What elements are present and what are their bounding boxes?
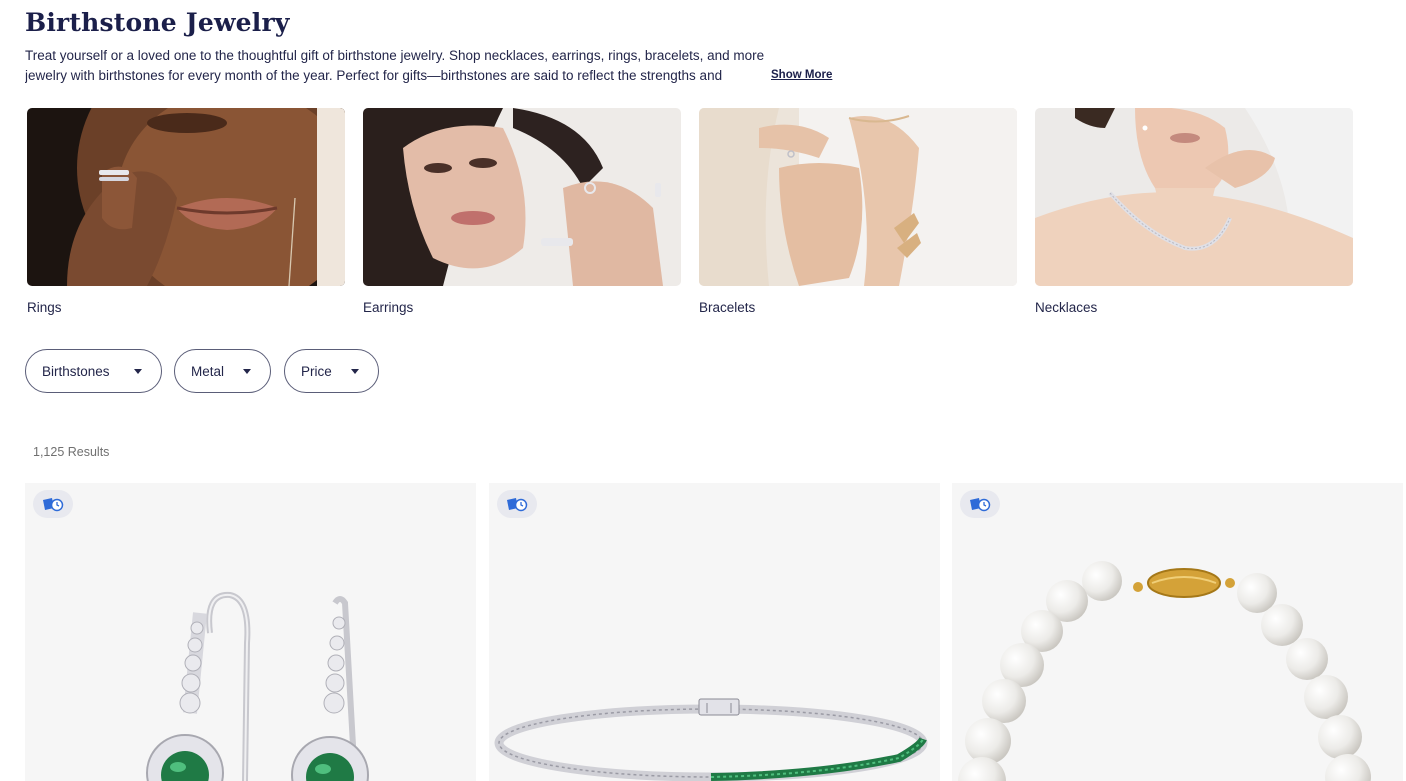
product-image[interactable] xyxy=(489,483,940,781)
category-tile-earrings[interactable]: Earrings xyxy=(363,108,681,315)
product-card-pearl-bracelet[interactable] xyxy=(952,483,1403,781)
fast-shipping-icon xyxy=(970,498,991,512)
product-image[interactable] xyxy=(952,483,1403,781)
category-tile-rings[interactable]: Rings xyxy=(27,108,345,315)
category-label-earrings[interactable]: Earrings xyxy=(363,300,413,315)
description-line-1: Treat yourself or a loved one to the tho… xyxy=(25,48,765,63)
fast-shipping-icon xyxy=(43,498,64,512)
filter-metal-button[interactable]: Metal xyxy=(174,349,271,393)
caret-down-icon xyxy=(243,369,251,374)
fast-shipping-icon xyxy=(507,498,528,512)
category-tile-bracelets[interactable]: Bracelets xyxy=(699,108,1017,315)
filter-label: Birthstones xyxy=(42,363,110,379)
bracelets-photo[interactable] xyxy=(699,108,1017,286)
necklaces-photo[interactable] xyxy=(1035,108,1353,286)
category-label-bracelets[interactable]: Bracelets xyxy=(699,300,755,315)
filter-label: Metal xyxy=(191,363,225,379)
category-label-rings[interactable]: Rings xyxy=(27,300,62,315)
ship-badge xyxy=(497,490,537,518)
filter-price-button[interactable]: Price xyxy=(284,349,379,393)
caret-down-icon xyxy=(134,369,142,374)
show-more-link[interactable]: Show More xyxy=(771,69,832,81)
category-tile-necklaces[interactable]: Necklaces xyxy=(1035,108,1353,315)
filter-birthstones-button[interactable]: Birthstones xyxy=(25,349,162,393)
description-line-2: jewelry with birthstones for every month… xyxy=(25,66,770,86)
product-card-tennis-bracelet[interactable] xyxy=(489,483,940,781)
ship-badge xyxy=(33,490,73,518)
results-count: 1,125 Results xyxy=(33,445,110,459)
caret-down-icon xyxy=(351,369,359,374)
product-image[interactable] xyxy=(25,483,476,781)
page-description: Treat yourself or a loved one to the tho… xyxy=(25,46,845,86)
page-title: Birthstone Jewelry xyxy=(25,8,290,37)
product-card-earrings[interactable] xyxy=(25,483,476,781)
category-label-necklaces[interactable]: Necklaces xyxy=(1035,300,1097,315)
earrings-photo[interactable] xyxy=(363,108,681,286)
filter-label: Price xyxy=(301,363,332,379)
ship-badge xyxy=(960,490,1000,518)
rings-photo[interactable] xyxy=(27,108,345,286)
